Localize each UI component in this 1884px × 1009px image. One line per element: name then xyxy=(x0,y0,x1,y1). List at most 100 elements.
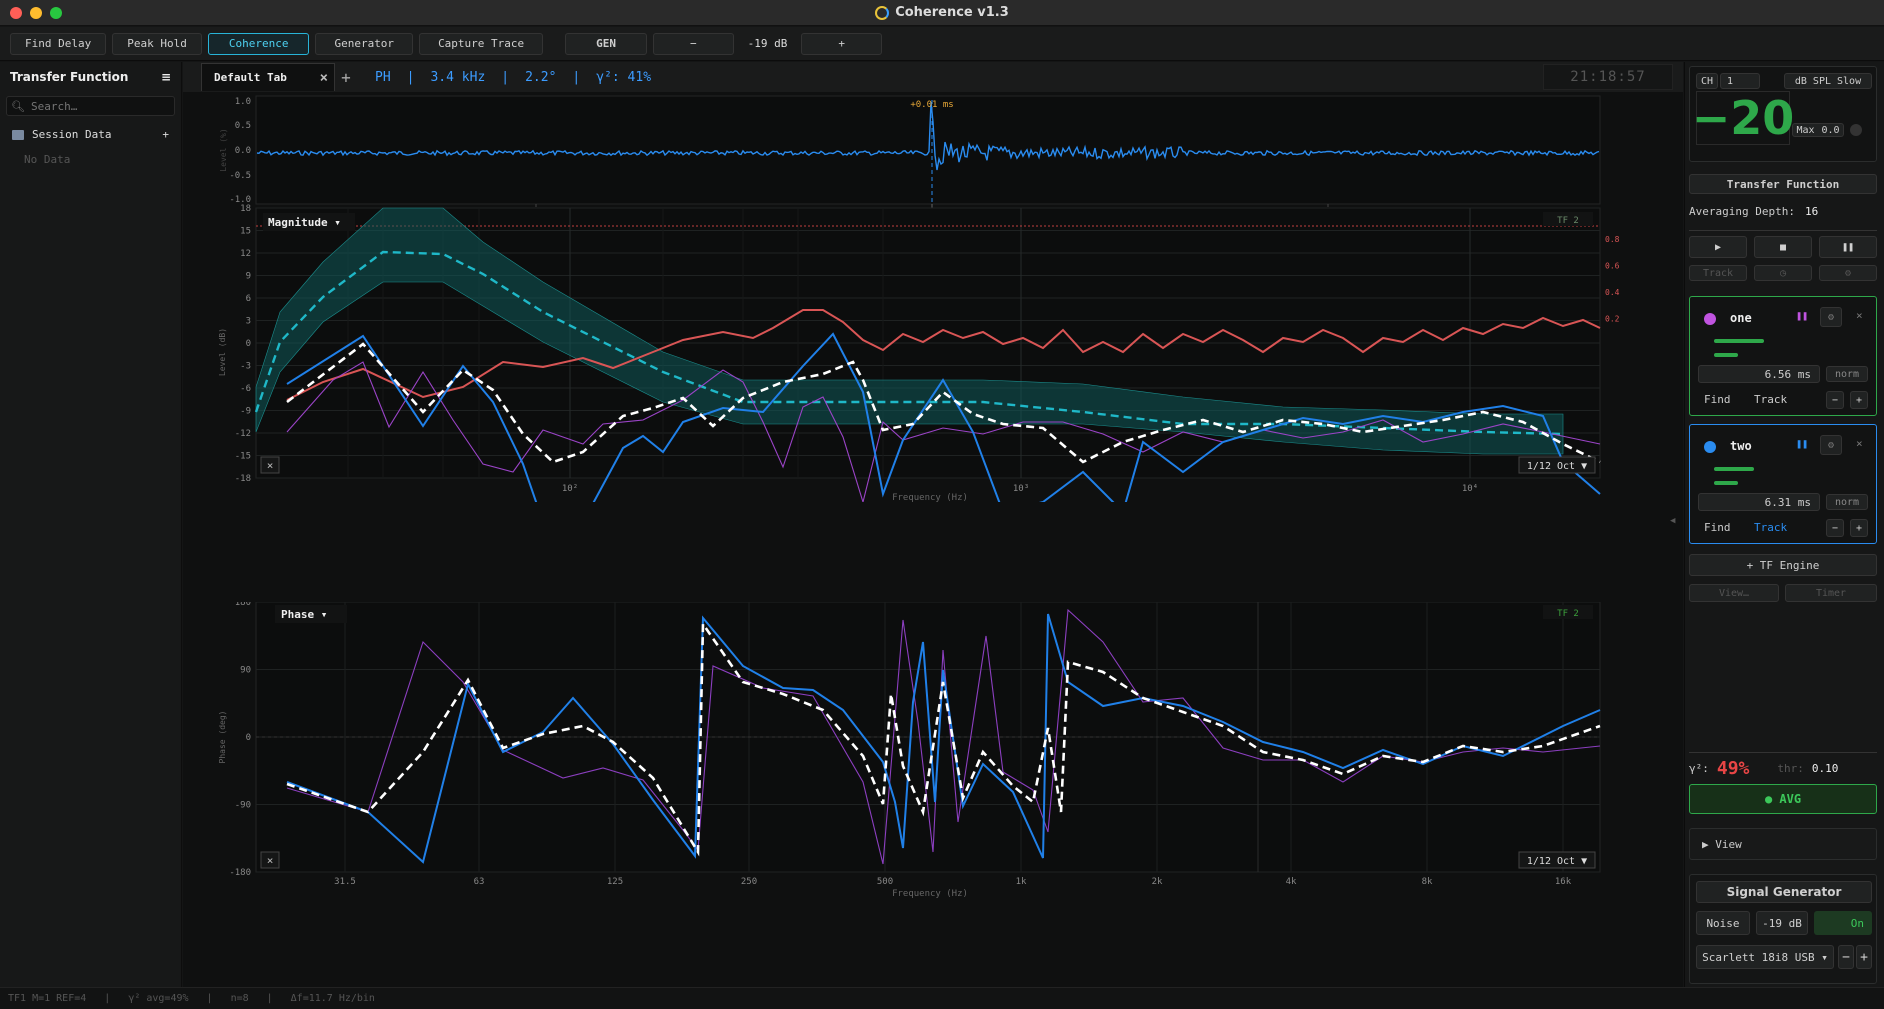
trace-two-norm[interactable]: norm xyxy=(1826,494,1868,510)
magnitude-smoothing-select[interactable]: 1/12 Oct ▼ xyxy=(1518,456,1596,474)
mag-ytick: 3 xyxy=(246,317,251,327)
session-data-label[interactable]: Session Data xyxy=(32,128,111,141)
generator-button[interactable]: Generator xyxy=(315,32,414,55)
view-toggle[interactable]: ▶ View xyxy=(1689,828,1877,860)
collapse-right-icon[interactable]: ◀ xyxy=(1670,516,1675,526)
sidebar-title: Transfer Function xyxy=(10,70,129,84)
magnitude-close-button[interactable]: × xyxy=(260,456,280,474)
peak-hold-button[interactable]: Peak Hold xyxy=(112,32,202,55)
phase-xtick: 31.5 xyxy=(334,877,356,887)
magnitude-title-box[interactable]: Magnitude ▾ xyxy=(263,213,355,231)
trace-one-remove-icon[interactable]: × xyxy=(1856,309,1863,322)
magnitude-chart[interactable]: Magnitude ▾ TF 2 Level (dB) 18 15 12 9 6 3 0 -3… xyxy=(183,202,1683,502)
coherence-label: γ²: xyxy=(1689,761,1709,775)
mag-ytick: -15 xyxy=(235,452,251,462)
generator-type-select[interactable]: Noise xyxy=(1696,911,1750,935)
trace-one-track[interactable]: Track xyxy=(1754,393,1787,406)
trace-two-pause-icon[interactable]: ❚❚ xyxy=(1796,439,1808,450)
trace-two-remove-icon[interactable]: × xyxy=(1856,437,1863,450)
gen-level-value: -19 dB xyxy=(747,37,788,50)
search-input[interactable] xyxy=(30,99,161,113)
phase-ylabel: Phase (deg) xyxy=(218,711,227,764)
signal-generator-title: Signal Generator xyxy=(1696,881,1872,903)
phase-title[interactable]: Phase ▾ xyxy=(281,608,327,621)
trace-two-settings-icon[interactable]: ⚙ xyxy=(1820,435,1842,455)
device-minus-button[interactable]: − xyxy=(1838,945,1854,969)
zoom-window-button[interactable] xyxy=(50,7,62,19)
trace-two-color-icon[interactable] xyxy=(1704,441,1716,453)
trace-one-mic-level xyxy=(1714,339,1764,343)
phase-close-button[interactable]: × xyxy=(260,851,280,869)
svg-text:×: × xyxy=(267,459,274,472)
menu-icon[interactable]: ≡ xyxy=(161,70,171,84)
audio-device-select[interactable]: Scarlett 18i8 USB ▾ xyxy=(1696,945,1834,969)
stop-button[interactable]: ■ xyxy=(1754,236,1812,258)
trace-one-norm[interactable]: norm xyxy=(1826,366,1868,382)
settings-icon[interactable]: ⚙ xyxy=(1819,265,1877,281)
minimize-window-button[interactable] xyxy=(30,7,42,19)
svg-text:1/12 Oct ▼: 1/12 Oct ▼ xyxy=(1527,856,1587,867)
magnitude-title[interactable]: Magnitude ▾ xyxy=(268,216,341,229)
trace-one-minus[interactable]: − xyxy=(1826,391,1844,409)
trace-one-settings-icon[interactable]: ⚙ xyxy=(1820,307,1842,327)
trace-one-color-icon[interactable] xyxy=(1704,313,1716,325)
ch-select[interactable]: 1 xyxy=(1720,73,1760,89)
phase-badge: TF 2 xyxy=(1557,609,1579,619)
add-session-icon[interactable]: + xyxy=(162,128,169,141)
trace-one-delay[interactable]: 6.56 ms xyxy=(1698,365,1820,383)
avg-button[interactable]: ● AVG xyxy=(1689,784,1877,814)
add-tab-button[interactable]: + xyxy=(335,68,357,87)
capture-trace-button[interactable]: Capture Trace xyxy=(419,32,544,55)
meter-mode-select[interactable]: dB SPL Slow xyxy=(1784,73,1872,89)
phase-smoothing-select[interactable]: 1/12 Oct ▼ xyxy=(1518,851,1596,869)
find-delay-button[interactable]: Find Delay xyxy=(10,32,107,55)
svg-text:×: × xyxy=(267,854,274,867)
coherence-axis-tick: 0.8 xyxy=(1605,235,1620,244)
level-up-button[interactable]: + xyxy=(801,32,883,55)
magnitude-badge: TF 2 xyxy=(1557,216,1579,226)
trace-two-minus[interactable]: − xyxy=(1826,519,1844,537)
magnitude-xtick: 10³ xyxy=(1013,484,1029,494)
trace-two-plus[interactable]: + xyxy=(1850,519,1868,537)
timer-button[interactable]: Timer xyxy=(1785,584,1877,602)
level-down-button[interactable]: − xyxy=(653,32,734,55)
close-tab-icon[interactable]: × xyxy=(320,70,328,86)
trace-two-track[interactable]: Track xyxy=(1754,521,1787,534)
trace-one-pause-icon[interactable]: ❚❚ xyxy=(1796,311,1808,322)
add-tf-engine-button[interactable]: + TF Engine xyxy=(1689,554,1877,576)
mag-ytick: 6 xyxy=(246,294,251,304)
trace-two-delay[interactable]: 6.31 ms xyxy=(1698,493,1820,511)
close-window-button[interactable] xyxy=(10,7,22,19)
mag-ytick: -12 xyxy=(235,429,251,439)
coherence-axis-tick: 0.4 xyxy=(1605,288,1620,297)
generator-level-input[interactable]: -19 dB xyxy=(1756,911,1808,935)
phase-chart[interactable]: Phase ▾ TF 2 Phase (deg) 180 90 0 -90 -180 3… xyxy=(183,602,1683,987)
view-button[interactable]: View… xyxy=(1689,584,1779,602)
coherence-button[interactable]: Coherence xyxy=(207,32,310,55)
tab-default[interactable]: Default Tab × xyxy=(201,63,335,91)
track-all-button[interactable]: Track xyxy=(1689,265,1747,281)
trace-two-find[interactable]: Find xyxy=(1704,521,1731,534)
pause-button[interactable]: ❚❚ xyxy=(1819,236,1877,258)
trace-card-two[interactable]: two ❚❚ ⚙ × 6.31 ms norm Find Track − + xyxy=(1689,424,1877,544)
threshold-input[interactable]: 0.10 xyxy=(1812,762,1839,775)
mag-ytick: -3 xyxy=(240,362,251,372)
trace-one-find[interactable]: Find xyxy=(1704,393,1731,406)
phase-title-box[interactable]: Phase ▾ xyxy=(275,605,347,623)
trace-card-one[interactable]: one ❚❚ ⚙ × 6.56 ms norm Find Track − + xyxy=(1689,296,1877,416)
timer-icon[interactable]: ◷ xyxy=(1754,265,1812,281)
phase-xtick: 8k xyxy=(1422,877,1433,887)
device-plus-button[interactable]: + xyxy=(1856,945,1872,969)
search-box: 🔍︎ xyxy=(6,96,175,116)
mag-ytick: -18 xyxy=(235,474,251,484)
reset-max-icon[interactable] xyxy=(1850,124,1862,136)
signal-generator-panel: Signal Generator Noise -19 dB On Scarlet… xyxy=(1689,874,1877,984)
avg-depth-input[interactable]: 16 xyxy=(1805,205,1818,218)
generator-on-toggle[interactable]: On xyxy=(1814,911,1872,935)
trace-one-plus[interactable]: + xyxy=(1850,391,1868,409)
mag-ytick: 15 xyxy=(240,227,251,237)
play-button[interactable]: ▶ xyxy=(1689,236,1747,258)
status-resolution: Δf=11.7 Hz/bin xyxy=(290,993,375,1004)
gen-toggle-button[interactable]: GEN xyxy=(565,32,648,55)
magnitude-ylabel: Level (dB) xyxy=(218,328,227,376)
